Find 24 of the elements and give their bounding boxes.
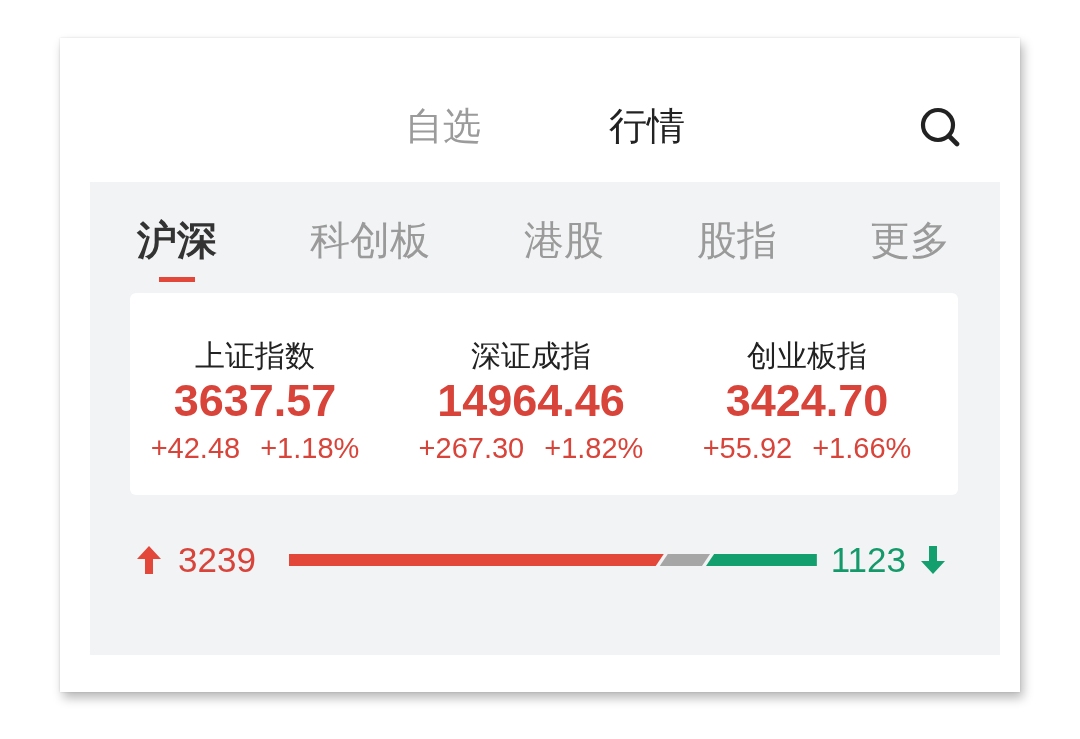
index-change-percent: +1.66% xyxy=(812,431,912,465)
index-value: 3637.57 xyxy=(173,375,337,427)
market-tab[interactable]: 股指 xyxy=(696,202,777,282)
search-icon[interactable] xyxy=(920,107,960,147)
top-tab[interactable]: 自选 xyxy=(405,104,481,150)
declining-count: 1123 xyxy=(830,540,906,580)
up-arrow-icon xyxy=(137,546,161,574)
index-change: +267.30 xyxy=(418,431,525,465)
top-tab[interactable]: 行情 xyxy=(609,104,685,150)
market-tab[interactable]: 沪深 xyxy=(137,202,217,282)
index-change: +55.92 xyxy=(702,431,793,465)
index-value: 3424.70 xyxy=(725,375,889,427)
down-arrow-icon xyxy=(921,546,945,574)
advancing-count: 3239 xyxy=(178,540,256,580)
index-name: 深证成指 xyxy=(471,337,591,375)
market-tab[interactable]: 科创板 xyxy=(310,202,431,282)
index-change-percent: +1.82% xyxy=(544,431,644,465)
index-change-percent: +1.18% xyxy=(260,431,360,465)
market-tab[interactable]: 港股 xyxy=(523,202,604,282)
index-change: +42.48 xyxy=(150,431,241,465)
index-value: 14964.46 xyxy=(437,375,625,427)
index-name: 创业板指 xyxy=(747,337,867,375)
market-tab[interactable]: 更多 xyxy=(870,202,950,282)
index-name: 上证指数 xyxy=(195,337,315,375)
